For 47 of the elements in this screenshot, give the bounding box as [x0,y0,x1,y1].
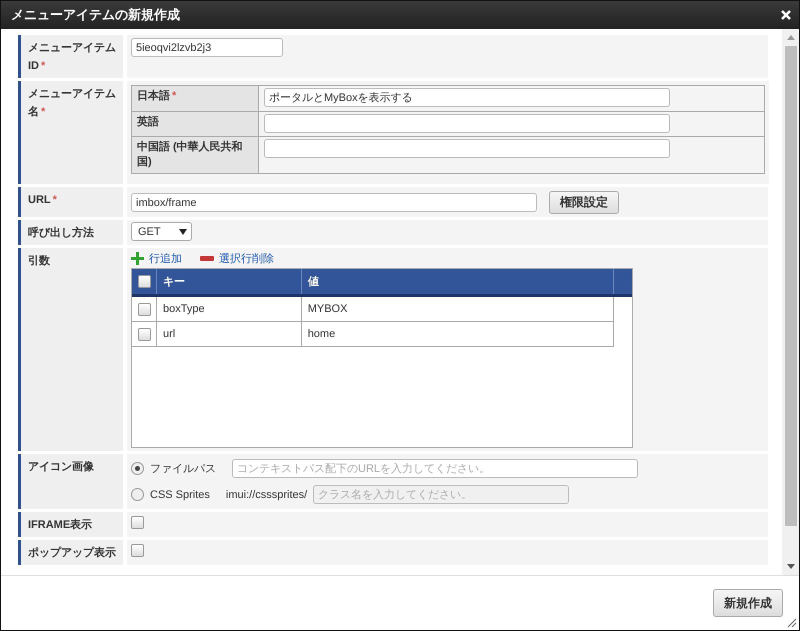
field-label: ポップアップ表示 [18,540,123,565]
radio-button[interactable] [131,462,144,475]
locale-label: 日本語 * [132,86,259,111]
scroll-down-icon[interactable] [786,564,794,569]
field-label: 呼び出し方法 [18,220,123,245]
field-label: 引数 [18,248,123,451]
text-field[interactable] [264,139,670,158]
checkbox[interactable] [131,544,144,557]
text-field[interactable]: 5ieoqvi2lzvb2j3 [131,38,283,57]
locale-label: 中国語 (中華人民共和国) [132,137,259,173]
create-button[interactable]: 新規作成 [713,589,783,617]
address-field[interactable]: imbox/frame [131,193,537,212]
window-title: メニューアイテムの新規作成 [11,6,180,24]
locale-label: 英語 [132,112,259,136]
radio-button[interactable] [131,488,144,501]
column-header: キー [157,269,302,294]
resize-grip-icon[interactable] [787,618,797,628]
field-label: アイコン画像 [18,454,123,509]
minus-icon [200,256,214,261]
column-header: 値 [302,269,614,294]
permission-button[interactable]: 権限設定 [549,191,619,214]
table-cell: url [157,322,302,346]
close-icon[interactable] [781,10,791,20]
prefix-text: imui://csssprites/ [226,488,308,500]
scrollbar[interactable] [782,29,799,575]
checkbox[interactable] [138,302,151,316]
field-label: URL * [18,187,123,217]
scroll-up-icon[interactable] [786,35,794,40]
table-cell-text: home [306,327,336,342]
table-cell-text: MYBOX [306,302,348,317]
radio-label: ファイルパス [150,462,216,476]
checkbox[interactable] [138,328,151,340]
field-label: メニューアイテムID * [18,35,123,78]
caret-icon [179,228,187,234]
text-field[interactable] [264,114,670,133]
method-select[interactable]: GET [131,222,192,241]
delete-rows-link[interactable]: 選択行削除 [200,251,274,266]
field-label: メニューアイテム名 * [18,81,123,184]
path-field[interactable]: コンテキストパス配下のURLを入力してください。 [232,459,638,478]
field-label: IFRAME表示 [18,512,123,537]
plus-icon [131,252,144,265]
checkbox[interactable] [131,516,144,529]
radio-label: CSS Sprites [150,488,210,500]
text-field[interactable]: ポータルとMyBoxを表示する [264,88,670,107]
add-row-link[interactable]: 行追加 [131,251,182,266]
checkbox[interactable] [138,275,151,288]
table-cell: boxType [157,297,302,321]
